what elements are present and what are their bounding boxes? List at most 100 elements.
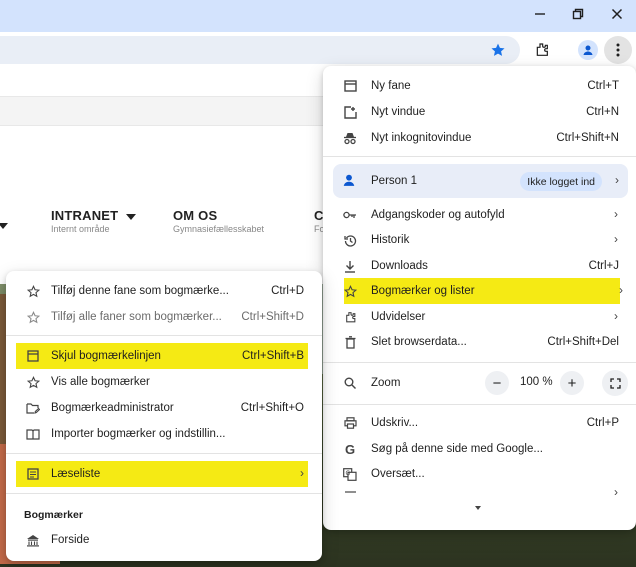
restore-icon[interactable] <box>558 0 598 28</box>
menu-item-new-tab[interactable]: Ny fane Ctrl+T <box>323 73 636 99</box>
menu-item-shortcut: Ctrl+Shift+N <box>556 132 619 144</box>
print-icon <box>342 415 358 431</box>
bookmarks-submenu: Tilføj denne fane som bogmærke... Ctrl+D… <box>6 271 322 561</box>
menu-item-label: Bogmærker og lister <box>371 285 475 297</box>
bookmarks-section-label: Bogmærker <box>24 509 83 521</box>
nav-dropdown-caret[interactable] <box>0 218 8 232</box>
browser-toolbar <box>0 32 636 68</box>
bookmark-item-forside[interactable]: Forside <box>6 527 322 553</box>
nav-item-intranet[interactable]: INTRANET Internt område <box>51 208 137 234</box>
zoom-label: Zoom <box>371 377 401 389</box>
chevron-right-icon: › <box>614 309 618 323</box>
menu-item-label: Læseliste <box>51 468 101 480</box>
puzzle-icon <box>342 309 358 325</box>
menu-item-bookmark-all-tabs[interactable]: Tilføj alle faner som bogmærker... Ctrl+… <box>6 304 322 330</box>
star-outline-icon <box>25 309 41 325</box>
menu-item-history[interactable]: Historik › <box>323 227 636 253</box>
puzzle-icon[interactable] <box>530 38 554 62</box>
menu-item-extensions[interactable]: Udvidelser › <box>323 304 636 330</box>
star-filled-icon[interactable] <box>486 38 510 62</box>
sign-in-status-badge: Ikke logget ind <box>520 172 602 191</box>
menu-item-clear-data[interactable]: Slet browserdata... Ctrl+Shift+Del <box>323 329 636 355</box>
menu-item-new-window[interactable]: Nyt vindue Ctrl+N <box>323 99 636 125</box>
menu-item-import-bookmarks[interactable]: Importer bogmærker og indstillin... <box>6 421 322 447</box>
menu-item-show-all-bookmarks[interactable]: Vis alle bogmærker <box>6 369 322 395</box>
menu-item-translate[interactable]: G Oversæt... <box>323 461 636 487</box>
address-bar[interactable] <box>0 36 520 64</box>
menu-divider <box>323 156 636 157</box>
menu-item-label: Udskriv... <box>371 417 419 429</box>
star-icon <box>342 283 358 299</box>
menu-item-label: Vis alle bogmærker <box>51 376 150 388</box>
menu-item-bookmark-manager[interactable]: Bogmærkeadministrator Ctrl+Shift+O <box>6 395 322 421</box>
trash-icon <box>342 334 358 350</box>
chevron-right-icon: › <box>614 207 618 221</box>
menu-item-shortcut: Ctrl+P <box>586 417 619 429</box>
menu-item-label: Skjul bogmærkelinjen <box>51 350 161 362</box>
new-tab-icon <box>342 78 358 94</box>
title-bar <box>0 0 636 32</box>
zoom-out-button[interactable]: − <box>485 371 509 395</box>
nav-subtitle: Internt område <box>51 224 110 234</box>
scroll-down-icon[interactable] <box>475 506 481 510</box>
star-outline-icon <box>25 283 41 299</box>
menu-item-search-google[interactable]: G Søg på denne side med Google... <box>323 436 636 462</box>
nav-title: OM OS <box>173 208 218 223</box>
menu-item-label: Søg på denne side med Google... <box>371 443 543 455</box>
menu-item-bookmark-tab[interactable]: Tilføj denne fane som bogmærke... Ctrl+D <box>6 278 322 304</box>
zoom-in-button[interactable]: + <box>560 371 584 395</box>
menu-item-label: Nyt inkognitovindue <box>371 132 472 144</box>
menu-item-cutoff: › <box>323 486 636 498</box>
svg-text:G: G <box>346 470 351 477</box>
star-outline-icon <box>25 374 41 390</box>
menu-item-incognito[interactable]: Nyt inkognitovindue Ctrl+Shift+N <box>323 125 636 151</box>
menu-item-shortcut: Ctrl+Shift+B <box>242 350 304 362</box>
chrome-main-menu: Ny fane Ctrl+T Nyt vindue Ctrl+N Nyt ink… <box>323 66 636 530</box>
menu-item-label: Nyt vindue <box>371 106 426 118</box>
key-icon <box>342 207 358 223</box>
menu-item-reading-list[interactable]: Læseliste › <box>16 461 308 487</box>
zoom-row: Zoom − 100 % + <box>323 369 636 397</box>
nav-item-om-os[interactable]: OM OS Gymnasiefællesskabet <box>173 208 264 234</box>
close-icon[interactable] <box>597 0 636 28</box>
folder-edit-icon <box>25 400 41 416</box>
menu-item-hide-bookmark-bar[interactable]: Skjul bogmærkelinjen Ctrl+Shift+B <box>16 343 308 369</box>
person-icon <box>342 173 358 189</box>
menu-item-label: Udvidelser <box>371 311 426 323</box>
menu-item-shortcut: Ctrl+J <box>588 260 619 272</box>
profile-row[interactable]: Person 1 Ikke logget ind › <box>333 164 628 198</box>
download-icon <box>342 258 358 274</box>
menu-divider <box>6 335 322 336</box>
three-dots-icon[interactable] <box>604 36 632 64</box>
menu-item-label: Forside <box>51 534 90 546</box>
find-icon <box>342 488 358 498</box>
menu-item-shortcut: Ctrl+N <box>586 106 619 118</box>
reading-list-icon <box>25 466 41 482</box>
menu-divider <box>6 453 322 454</box>
new-window-icon <box>342 104 358 120</box>
menu-item-label: Slet browserdata... <box>371 336 467 348</box>
chevron-right-icon: › <box>619 283 623 297</box>
menu-item-label: Adgangskoder og autofyld <box>371 209 505 221</box>
site-favicon-icon <box>25 532 41 548</box>
menu-item-bookmarks-and-lists[interactable]: Bogmærker og lister › <box>342 278 623 304</box>
menu-divider <box>6 493 322 494</box>
menu-item-label: Importer bogmærker og indstillin... <box>51 428 226 440</box>
menu-item-label: Tilføj denne fane som bogmærke... <box>51 285 229 297</box>
history-icon <box>342 232 358 248</box>
menu-item-shortcut: Ctrl+Shift+O <box>240 402 304 414</box>
menu-item-passwords[interactable]: Adgangskoder og autofyld › <box>323 202 636 228</box>
menu-divider <box>323 404 636 405</box>
menu-item-label: Downloads <box>371 260 428 272</box>
menu-item-label: Ny fane <box>371 80 411 92</box>
menu-item-downloads[interactable]: Downloads Ctrl+J <box>323 253 636 279</box>
fullscreen-icon[interactable] <box>602 370 628 396</box>
person-icon[interactable] <box>576 38 600 62</box>
magnifier-icon <box>342 375 358 391</box>
chevron-right-icon: › <box>614 486 618 498</box>
minimize-icon[interactable] <box>520 0 560 28</box>
menu-item-print[interactable]: Udskriv... Ctrl+P <box>323 410 636 436</box>
menu-item-label: Bogmærkeadministrator <box>51 402 174 414</box>
menu-item-label: Tilføj alle faner som bogmærker... <box>51 311 222 323</box>
translate-icon: G <box>342 466 358 482</box>
